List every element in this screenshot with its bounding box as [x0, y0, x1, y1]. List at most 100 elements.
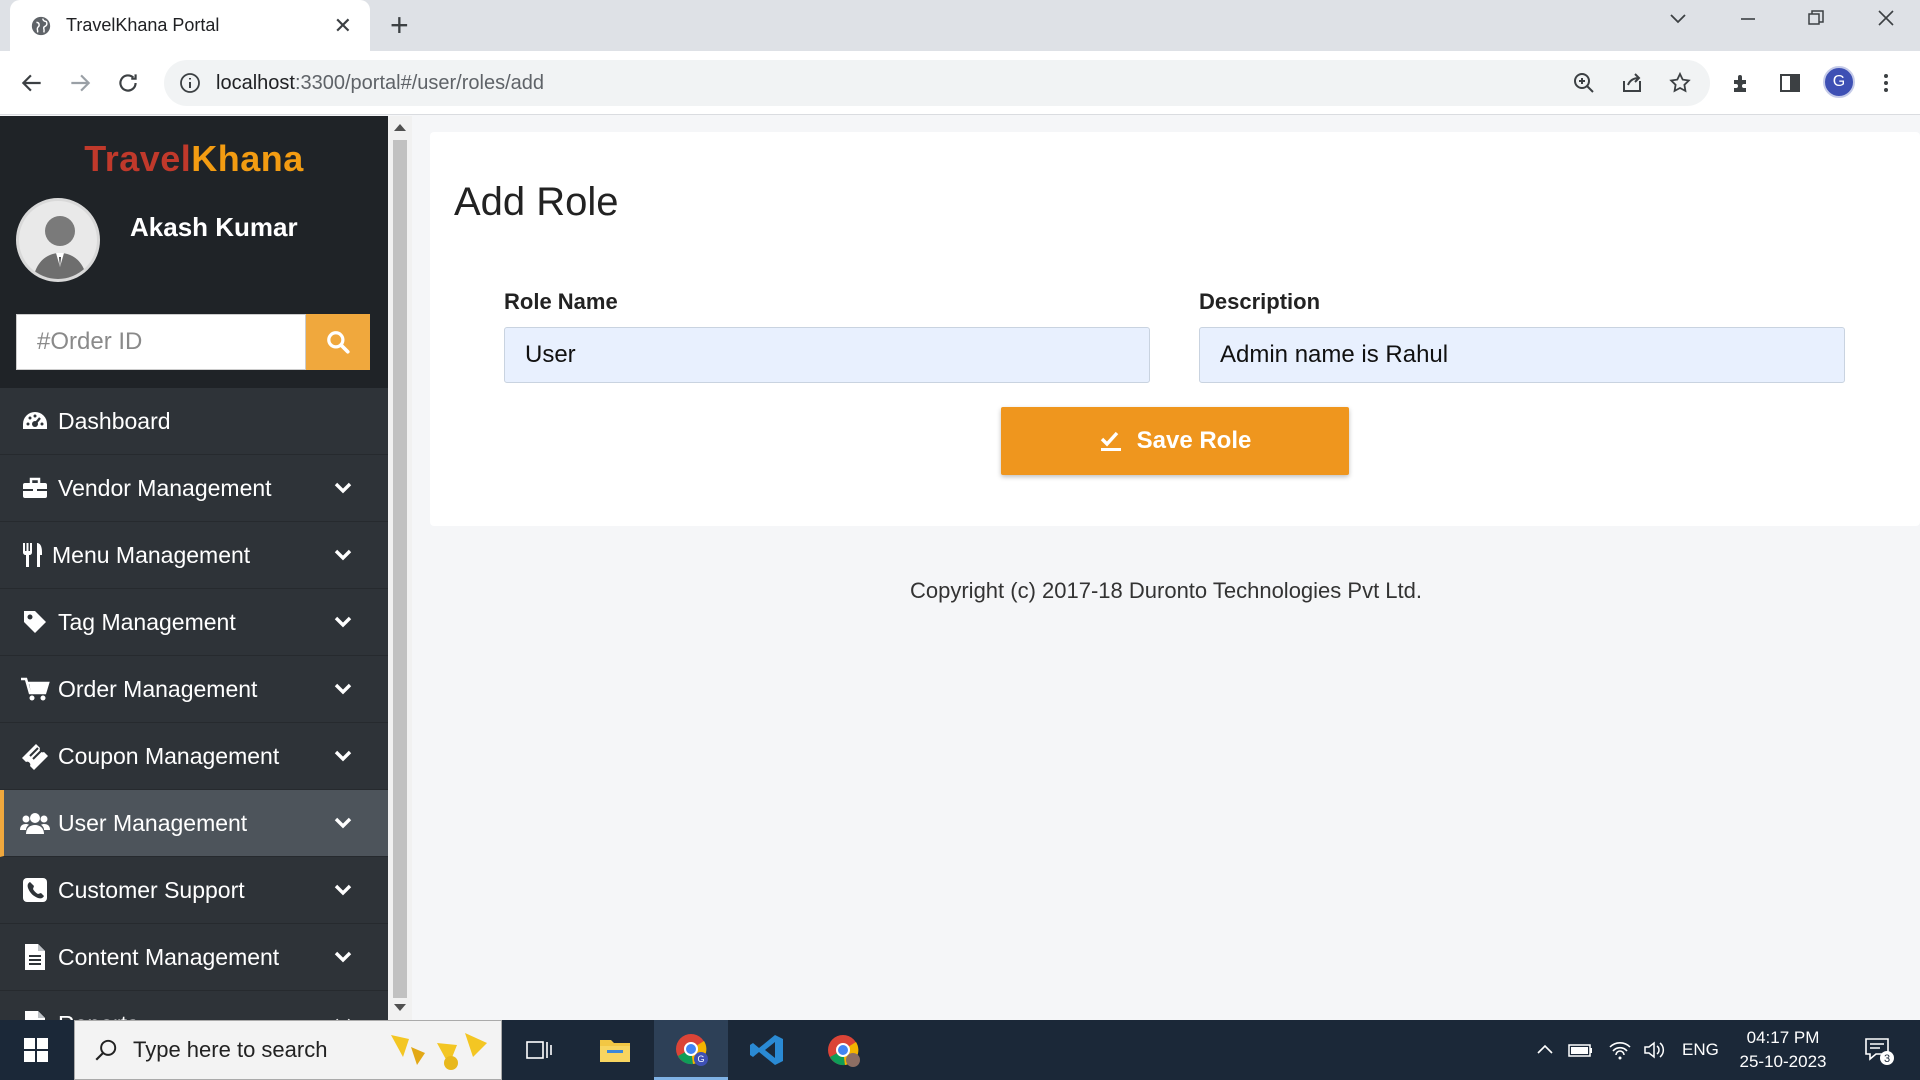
tab-search-icon[interactable]: [1668, 8, 1688, 34]
sidebar-item-customer-support[interactable]: Customer Support: [0, 857, 388, 924]
sidebar-item-menu-management[interactable]: Menu Management: [0, 522, 388, 589]
role-name-label: Role Name: [504, 289, 618, 314]
vscode-icon[interactable]: [730, 1020, 804, 1080]
sidebar-item-label: Reports: [58, 1011, 139, 1021]
cart-icon: [20, 674, 50, 704]
show-hidden-icons[interactable]: [1534, 1020, 1556, 1080]
task-view-icon[interactable]: [502, 1020, 576, 1080]
browser-tab[interactable]: TravelKhana Portal ✕: [10, 0, 370, 51]
user-name: Akash Kumar: [130, 212, 298, 242]
chevron-down-icon: [334, 683, 352, 695]
notification-count: 3: [1884, 1053, 1890, 1065]
taskbar-search[interactable]: Type here to search: [74, 1020, 502, 1080]
chevron-down-icon: [336, 1018, 350, 1020]
chevron-down-icon: [334, 549, 352, 561]
dashboard-icon: [20, 406, 50, 436]
scroll-up-arrow-icon[interactable]: [394, 124, 406, 131]
taskbar-clock[interactable]: 04:17 PM 25-10-2023: [1718, 1026, 1848, 1074]
chevron-down-icon: [334, 884, 352, 896]
sidebar-menu: Dashboard Vendor Management Menu Managem…: [0, 388, 388, 1020]
bookmark-star-icon[interactable]: [1668, 71, 1692, 95]
site-info-icon[interactable]: [178, 71, 202, 95]
sidebar-item-label: Order Management: [58, 675, 258, 702]
browser-menu-icon[interactable]: [1870, 67, 1902, 99]
sidebar-item-vendor-management[interactable]: Vendor Management: [0, 455, 388, 522]
windows-start-icon[interactable]: [0, 1020, 72, 1080]
order-id-search[interactable]: [16, 314, 306, 370]
search-highlight-icon: [391, 1033, 487, 1070]
profile-avatar[interactable]: G: [1823, 66, 1855, 98]
url-text: localhost:3300/portal#/user/roles/add: [216, 72, 544, 95]
save-role-label: Save Role: [1136, 427, 1252, 454]
sidebar-item-label: Content Management: [58, 943, 280, 970]
address-bar[interactable]: localhost:3300/portal#/user/roles/add: [164, 60, 1710, 106]
extensions-icon[interactable]: [1726, 67, 1758, 99]
minimize-icon[interactable]: [1738, 8, 1758, 34]
phone-icon: [20, 875, 50, 905]
url-host: localhost: [216, 71, 295, 94]
footer-copyright: Copyright (c) 2017-18 Duronto Technologi…: [910, 578, 1422, 603]
sidebar-item-label: Menu Management: [52, 541, 251, 568]
file-icon: [20, 942, 50, 972]
back-icon[interactable]: [16, 67, 48, 99]
chrome-profile-taskbar-icon[interactable]: [806, 1020, 880, 1080]
add-role-card: Add Role Role Name User Description Admi…: [430, 132, 1920, 526]
role-name-input[interactable]: User: [504, 327, 1150, 383]
sidebar-item-dashboard[interactable]: Dashboard: [0, 388, 388, 455]
sidebar-item-label: Coupon Management: [58, 742, 280, 769]
search-icon: [95, 1039, 117, 1061]
scroll-thumb[interactable]: [393, 140, 407, 998]
order-search-button[interactable]: [306, 314, 370, 370]
chevron-down-icon: [334, 616, 352, 628]
close-window-icon[interactable]: [1876, 8, 1896, 34]
sidebar-item-label: Tag Management: [58, 608, 236, 635]
restore-icon[interactable]: [1806, 8, 1826, 34]
url-path: :3300/portal#/user/roles/add: [294, 71, 544, 94]
save-role-button[interactable]: Save Role: [1001, 407, 1349, 475]
reload-icon[interactable]: [112, 67, 144, 99]
sidebar-item-order-management[interactable]: Order Management: [0, 656, 388, 723]
battery-icon[interactable]: [1568, 1020, 1594, 1080]
scroll-down-arrow-icon[interactable]: [394, 1004, 406, 1011]
sidebar-header: TravelKhana Akash Kumar: [0, 116, 388, 388]
sidebar-item-label: Vendor Management: [58, 474, 272, 501]
chevron-down-icon: [334, 951, 352, 963]
users-icon: [20, 808, 50, 838]
tab-title: TravelKhana Portal: [66, 15, 220, 35]
clock-date: 25-10-2023: [1739, 1052, 1827, 1071]
logo[interactable]: TravelKhana: [0, 138, 388, 180]
tab-close-icon[interactable]: ✕: [334, 13, 352, 39]
language-indicator[interactable]: ENG: [1682, 1020, 1719, 1080]
order-id-input[interactable]: [37, 328, 305, 356]
sidebar-item-label: Customer Support: [58, 876, 245, 903]
windows-taskbar: Type here to search G ENG 04:17 PM 25-10…: [0, 1020, 1920, 1080]
sidebar-item-user-management[interactable]: User Management: [0, 790, 388, 857]
sidebar-scrollbar[interactable]: [388, 116, 412, 1020]
chevron-down-icon: [334, 750, 352, 762]
volume-icon[interactable]: [1642, 1020, 1666, 1080]
logo-part-travel: Travel: [84, 138, 192, 179]
browser-toolbar: localhost:3300/portal#/user/roles/add: [0, 51, 1920, 115]
ticket-icon: [20, 741, 50, 771]
share-icon[interactable]: [1620, 71, 1644, 95]
file-explorer-icon[interactable]: [578, 1020, 652, 1080]
sidebar-item-tag-management[interactable]: Tag Management: [0, 589, 388, 656]
side-panel-icon[interactable]: [1774, 67, 1806, 99]
sidebar-item-content-management[interactable]: Content Management: [0, 924, 388, 991]
chrome-taskbar-icon[interactable]: G: [654, 1020, 728, 1080]
wifi-icon[interactable]: [1608, 1020, 1632, 1080]
sidebar-item-reports[interactable]: Reports: [0, 991, 388, 1020]
search-icon: [327, 331, 350, 354]
new-tab-icon[interactable]: +: [390, 8, 409, 42]
description-input[interactable]: Admin name is Rahul: [1199, 327, 1845, 383]
browser-tabbar: TravelKhana Portal ✕ +: [0, 0, 1920, 51]
sidebar-item-coupon-management[interactable]: Coupon Management: [0, 723, 388, 790]
svg-text:G: G: [697, 1054, 704, 1064]
user-avatar: [16, 198, 100, 282]
zoom-icon[interactable]: [1572, 71, 1596, 95]
tag-icon: [20, 607, 50, 637]
forward-icon[interactable]: [64, 67, 96, 99]
taskbar-search-text: Type here to search: [133, 1037, 328, 1062]
notifications-icon[interactable]: 3: [1862, 1020, 1896, 1080]
sidebar-item-label: Dashboard: [58, 407, 171, 434]
